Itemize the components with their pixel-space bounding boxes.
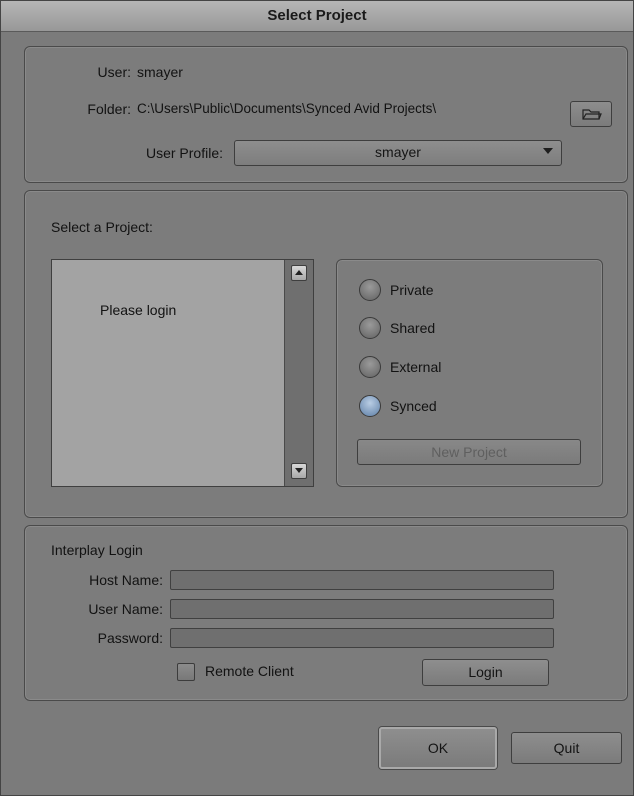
scroll-up-button[interactable]	[291, 265, 307, 281]
select-project-dialog: Select Project User: smayer Folder: C:\U…	[0, 0, 634, 796]
new-project-button[interactable]: New Project	[357, 439, 581, 465]
login-button[interactable]: Login	[422, 659, 549, 686]
host-name-label: Host Name:	[89, 572, 163, 588]
user-profile-label: User Profile:	[145, 145, 223, 161]
interplay-login-heading: Interplay Login	[51, 542, 143, 558]
quit-button[interactable]: Quit	[511, 732, 622, 764]
user-profile-dropdown[interactable]: smayer	[234, 140, 562, 166]
scroll-down-button[interactable]	[291, 463, 307, 479]
radio-synced[interactable]	[359, 395, 381, 417]
folder-open-icon	[582, 109, 602, 120]
arrow-up-icon	[295, 270, 303, 275]
remote-client-checkbox[interactable]	[177, 663, 195, 681]
radio-shared-label: Shared	[390, 320, 436, 336]
host-name-input[interactable]	[170, 570, 554, 590]
user-name-label: User Name:	[88, 601, 163, 617]
user-label: User:	[97, 64, 131, 80]
user-name-input[interactable]	[170, 599, 554, 619]
ok-button[interactable]: OK	[379, 727, 497, 769]
chevron-down-icon	[543, 148, 553, 154]
radio-shared[interactable]	[359, 317, 381, 339]
project-list[interactable]: Please login	[51, 259, 314, 487]
user-profile-value: smayer	[375, 144, 421, 160]
folder-label: Folder:	[87, 101, 131, 117]
radio-private[interactable]	[359, 279, 381, 301]
project-list-scrollbar[interactable]	[284, 260, 313, 486]
radio-external[interactable]	[359, 356, 381, 378]
project-list-message: Please login	[100, 302, 177, 318]
window-title: Select Project	[1, 1, 633, 32]
radio-synced-label: Synced	[390, 398, 437, 414]
browse-folder-button[interactable]	[570, 101, 612, 127]
radio-private-label: Private	[390, 282, 434, 298]
arrow-down-icon	[295, 468, 303, 473]
user-value: smayer	[137, 64, 183, 80]
select-project-heading: Select a Project:	[51, 219, 153, 235]
remote-client-label: Remote Client	[205, 663, 294, 679]
password-input[interactable]	[170, 628, 554, 648]
folder-value: C:\Users\Public\Documents\Synced Avid Pr…	[137, 101, 437, 116]
radio-external-label: External	[390, 359, 442, 375]
password-label: Password:	[97, 630, 163, 646]
